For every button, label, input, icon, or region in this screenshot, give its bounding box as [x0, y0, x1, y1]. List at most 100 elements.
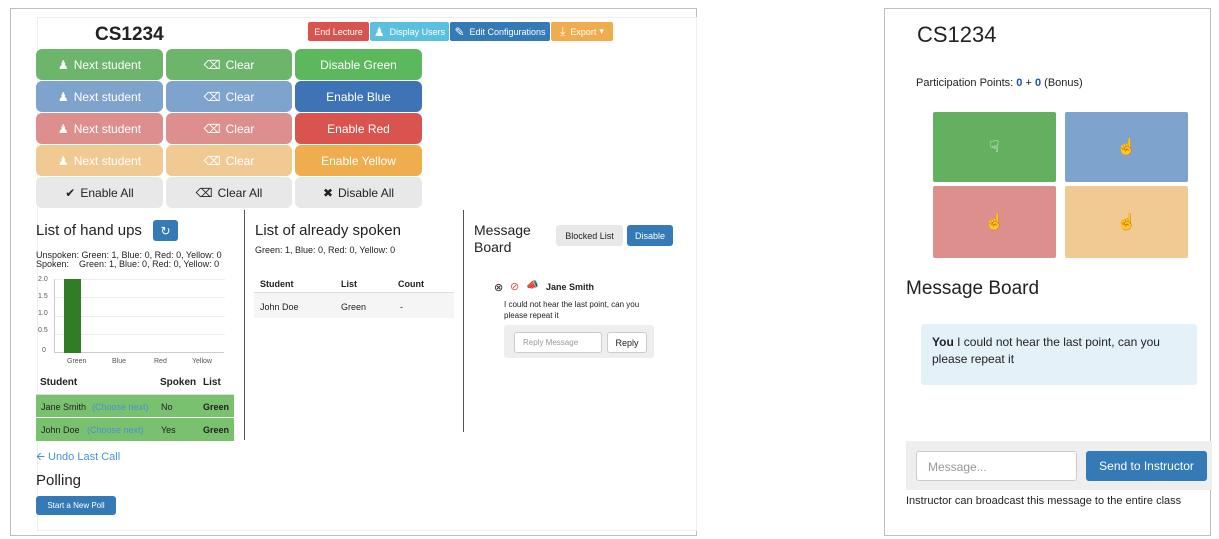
spoken-list-title: List of already spoken	[255, 222, 401, 239]
hand-down-icon: ☟	[989, 139, 1000, 156]
disable-board-button[interactable]: Disable	[627, 225, 673, 246]
enable-red-button[interactable]: Enable Red	[295, 113, 422, 144]
next-student-red-button[interactable]: ♟ Next student	[36, 113, 163, 144]
close-circle-icon[interactable]: ⊗	[494, 281, 503, 294]
eraser-icon: ⌫	[203, 57, 221, 72]
disable-all-button[interactable]: ✖ Disable All	[295, 177, 422, 208]
plot-area	[54, 279, 225, 353]
message-board-title-line1: Message	[474, 222, 531, 238]
display-users-label: Display Users	[389, 26, 446, 37]
display-users-button[interactable]: ♟ Display Users	[370, 22, 449, 41]
clear-blue-button[interactable]: ⌫ Clear	[166, 81, 292, 112]
undo-label: Undo Last Call	[48, 451, 121, 463]
hand-blue-button[interactable]: ☝	[1065, 112, 1188, 182]
clear-label: Clear	[225, 89, 255, 104]
student-name: John Doe	[41, 425, 80, 435]
student-message: You I could not hear the last point, can…	[921, 324, 1197, 385]
clear-label: Clear	[225, 153, 255, 168]
toggle-label: Enable Red	[327, 121, 390, 136]
clear-green-button[interactable]: ⌫ Clear	[166, 49, 292, 80]
polling-title: Polling	[36, 472, 82, 489]
block-icon[interactable]: ⊘	[510, 280, 519, 293]
list-value: Green	[341, 302, 367, 312]
cross-icon: ✖	[322, 185, 334, 200]
eraser-icon: ⌫	[203, 89, 221, 104]
disable-all-label: Disable All	[338, 185, 395, 200]
col-spoken: Spoken	[160, 377, 197, 388]
spoken-counts: Spoken: Green: 1, Blue: 0, Red: 0, Yello…	[36, 259, 220, 269]
enable-blue-button[interactable]: Enable Blue	[295, 81, 422, 112]
list-value: Green	[203, 425, 230, 435]
next-student-blue-button[interactable]: ♟ Next student	[36, 81, 163, 112]
blocked-list-button[interactable]: Blocked List	[556, 225, 623, 246]
edit-configurations-button[interactable]: ✎ Edit Configurations	[450, 22, 550, 41]
broadcast-note: Instructor can broadcast this message to…	[906, 495, 1182, 507]
disable-board-label: Disable	[634, 230, 665, 241]
send-label: Send to Instructor	[1099, 459, 1194, 473]
export-dropdown-button[interactable]: ⤓ Export ▾	[551, 22, 613, 41]
reply-input[interactable]: Reply Message	[514, 332, 602, 353]
end-lecture-button[interactable]: End Lecture	[308, 22, 369, 41]
user-icon: ♟	[57, 121, 69, 136]
check-icon: ✔	[65, 185, 76, 200]
message-input[interactable]: Message...	[916, 451, 1077, 481]
choose-next-link[interactable]: (Choose next)	[87, 425, 144, 435]
disable-green-button[interactable]: Disable Green	[295, 49, 422, 80]
x-tick: Yellow	[192, 358, 212, 365]
arrow-left-icon: 🡨	[36, 451, 48, 463]
reply-button[interactable]: Reply	[607, 332, 647, 353]
next-student-yellow-button[interactable]: ♟ Next student	[36, 145, 163, 176]
enable-yellow-button[interactable]: Enable Yellow	[295, 145, 422, 176]
end-lecture-label: End Lecture	[314, 26, 363, 37]
send-to-instructor-button[interactable]: Send to Instructor	[1086, 451, 1207, 481]
participation-points: Participation Points: 0 + 0 (Bonus)	[916, 77, 1083, 89]
caret-down-icon: ▾	[599, 26, 604, 36]
undo-last-call-link[interactable]: 🡨 Undo Last Call	[36, 448, 120, 467]
eraser-icon: ⌫	[203, 153, 221, 168]
clear-all-button[interactable]: ⌫ Clear All	[166, 177, 292, 208]
y-tick: 0	[42, 347, 46, 354]
next-student-label: Next student	[73, 89, 142, 104]
enable-all-button[interactable]: ✔ Enable All	[36, 177, 163, 208]
col-list: List	[203, 377, 221, 388]
table-row[interactable]: John Doe (Choose next) Yes Green	[36, 418, 234, 441]
user-icon: ♟	[57, 153, 69, 168]
hand-red-button[interactable]: ☝	[933, 186, 1056, 258]
spoken-value: No	[161, 402, 173, 412]
clear-yellow-button[interactable]: ⌫ Clear	[166, 145, 292, 176]
table-row[interactable]: Jane Smith (Choose next) No Green	[36, 394, 234, 417]
message-board-title-line2: Board	[474, 239, 512, 255]
points-label: Participation Points:	[916, 77, 1014, 89]
hand-up-icon: ☝	[1116, 139, 1137, 156]
col-count: Count	[398, 279, 424, 289]
hand-green-button[interactable]: ☟	[933, 112, 1056, 182]
next-student-label: Next student	[73, 153, 142, 168]
message-text: I could not hear the last point, can you…	[504, 300, 640, 320]
message-placeholder: Message...	[928, 460, 987, 474]
export-label: Export	[570, 26, 597, 37]
clear-red-button[interactable]: ⌫ Clear	[166, 113, 292, 144]
col-student: Student	[40, 377, 78, 388]
pencil-icon: ✎	[454, 24, 465, 39]
next-student-green-button[interactable]: ♟ Next student	[36, 49, 163, 80]
next-student-label: Next student	[73, 57, 142, 72]
points-value: 0	[1016, 77, 1023, 89]
choose-next-link[interactable]: (Choose next)	[92, 402, 149, 412]
y-tick: 2.0	[38, 276, 48, 283]
student-name: John Doe	[260, 302, 299, 312]
student-board-title: Message Board	[906, 278, 1040, 299]
clear-label: Clear	[225, 121, 255, 136]
eraser-icon: ⌫	[195, 185, 213, 200]
broadcast-icon[interactable]: 📣	[526, 280, 538, 291]
count-value: -	[400, 302, 403, 312]
message-item: ⊗ ⊘ 📣 Jane Smith I could not hear the la…	[490, 280, 654, 360]
refresh-button[interactable]: ↻	[153, 220, 178, 241]
col-student: Student	[260, 279, 294, 289]
hand-yellow-button[interactable]: ☝	[1065, 186, 1188, 258]
spoken-value: Yes	[161, 425, 176, 435]
hand-up-icon: ☝	[984, 214, 1005, 231]
user-icon: ♟	[57, 57, 69, 72]
start-poll-button[interactable]: Start a New Poll	[36, 496, 116, 515]
y-tick: 1.0	[38, 310, 48, 317]
handups-title: List of hand ups	[36, 222, 142, 239]
